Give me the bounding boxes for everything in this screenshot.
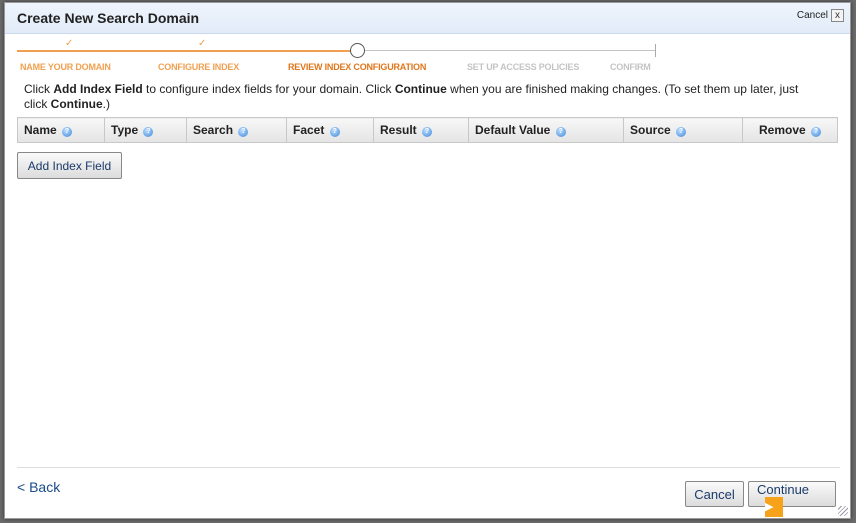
col-type: Type ?: [104, 117, 187, 143]
help-icon[interactable]: ?: [422, 127, 433, 137]
cancel-button[interactable]: Cancel: [685, 481, 744, 507]
help-icon[interactable]: ?: [811, 127, 822, 137]
progress-done-line: [17, 50, 357, 52]
step-confirm: CONFIRM: [610, 62, 651, 72]
add-index-field-button[interactable]: Add Index Field: [17, 152, 122, 179]
footer-divider: [17, 467, 840, 468]
col-remove: Remove ?: [742, 117, 838, 143]
help-icon[interactable]: ?: [62, 127, 73, 137]
continue-button[interactable]: Continue▶: [748, 481, 836, 517]
close-icon[interactable]: x: [831, 9, 844, 22]
play-arrow-icon: ▶: [765, 497, 783, 517]
col-name: Name ?: [17, 117, 105, 143]
dialog-titlebar: Create New Search Domain Cancel x: [5, 3, 850, 34]
step-name-domain: NAME YOUR DOMAIN: [20, 62, 111, 72]
back-link[interactable]: < Back: [17, 479, 60, 495]
step-access-policies: SET UP ACCESS POLICIES: [467, 62, 580, 72]
progress-pending-line: [357, 50, 655, 51]
col-search: Search ?: [186, 117, 287, 143]
step-configure-index: CONFIGURE INDEX: [158, 62, 240, 72]
help-icon[interactable]: ?: [238, 127, 249, 137]
col-facet: Facet ?: [286, 117, 374, 143]
create-search-domain-dialog: Create New Search Domain Cancel x ✓ ✓ NA…: [4, 2, 851, 519]
col-result: Result ?: [373, 117, 469, 143]
progress-end-tick: [655, 44, 656, 57]
col-source: Source ?: [623, 117, 743, 143]
step-review-index: REVIEW INDEX CONFIGURATION: [288, 62, 427, 72]
col-default-value: Default Value ?: [468, 117, 624, 143]
resize-grip-icon[interactable]: [838, 506, 848, 516]
title-cancel-link[interactable]: Cancel: [797, 10, 828, 21]
help-icon[interactable]: ?: [555, 127, 566, 137]
check-icon: ✓: [198, 38, 207, 49]
check-icon: ✓: [65, 38, 74, 49]
help-icon[interactable]: ?: [329, 127, 340, 137]
current-step-marker: [350, 43, 365, 58]
help-icon[interactable]: ?: [143, 127, 154, 137]
index-fields-table: Name ? Type ? Search ? Facet ? Result ? …: [17, 117, 838, 143]
help-icon[interactable]: ?: [676, 127, 687, 137]
instructions: Click Add Index Field to configure index…: [24, 82, 799, 111]
dialog-title: Create New Search Domain: [17, 10, 200, 26]
